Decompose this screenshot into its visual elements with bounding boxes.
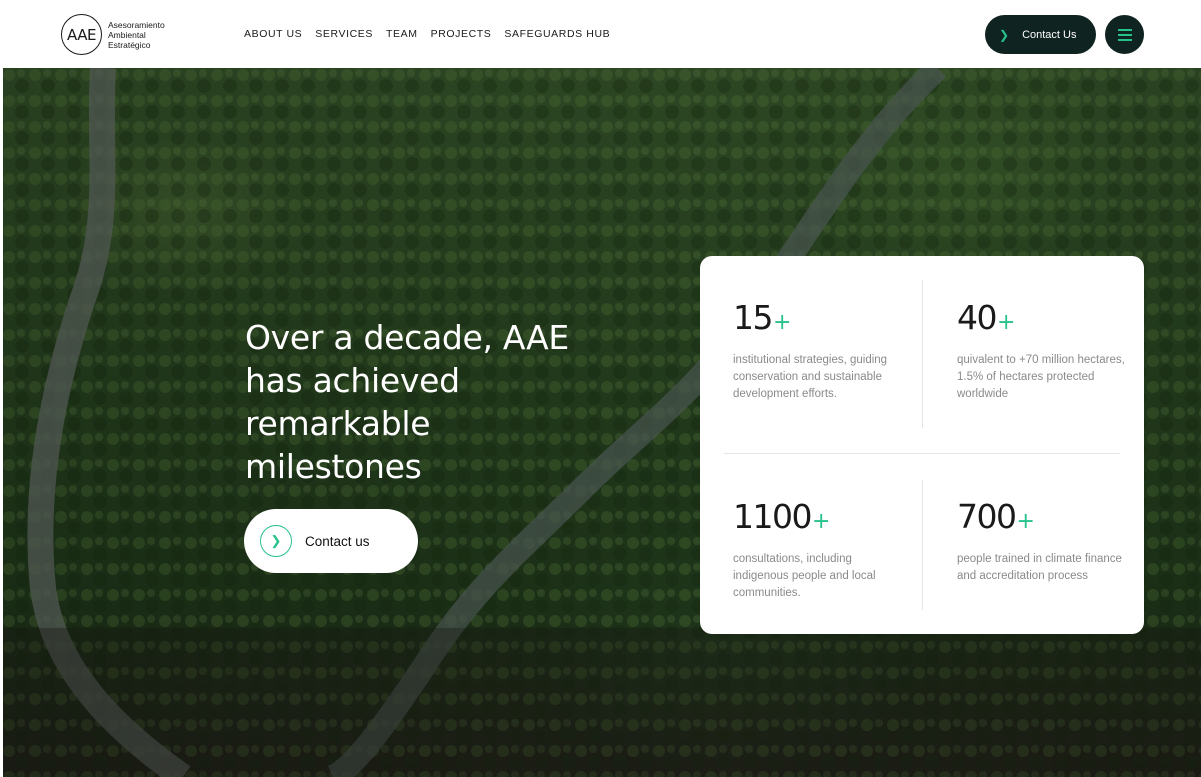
main-nav: ABOUT US SERVICES TEAM PROJECTS SAFEGUAR… <box>244 28 610 40</box>
nav-services[interactable]: SERVICES <box>315 28 373 40</box>
hero-contact-button[interactable]: ❯ Contact us <box>244 509 418 573</box>
stat-item: 40+ quivalent to +70 million hectares, 1… <box>957 299 1127 403</box>
logo-mark: AAE <box>61 14 102 55</box>
stat-item: 15+ institutional strategies, guiding co… <box>733 299 903 403</box>
hero-headline: Over a decade, AAE has achieved remarkab… <box>245 318 569 486</box>
stat-value: 1100+ <box>733 497 831 536</box>
stat-value: 700+ <box>957 497 1035 536</box>
divider <box>724 453 1120 454</box>
stat-value: 15+ <box>733 298 792 337</box>
chevron-right-icon: ❯ <box>999 27 1010 42</box>
header-contact-button[interactable]: ❯ Contact Us <box>985 15 1096 54</box>
hamburger-menu-icon <box>1117 28 1132 41</box>
chevron-right-icon: ❯ <box>260 525 292 557</box>
logo-line-2: Ambiental <box>108 29 146 40</box>
site-header: AAE Asesoramiento Ambiental Estratégico … <box>0 0 1201 68</box>
stat-value: 40+ <box>957 298 1016 337</box>
nav-safeguards-hub[interactable]: SAFEGUARDS HUB <box>504 28 610 40</box>
stat-description: institutional strategies, guiding conser… <box>733 354 888 400</box>
divider <box>922 480 923 610</box>
stat-description: people trained in climate finance and ac… <box>957 553 1122 582</box>
hero-contact-label: Contact us <box>305 533 370 549</box>
hero-section: Over a decade, AAE has achieved remarkab… <box>3 68 1201 777</box>
stat-item: 700+ people trained in climate finance a… <box>957 498 1127 585</box>
stat-description: consultations, including indigenous peop… <box>733 553 876 599</box>
logo-line-1: Asesoramiento <box>108 19 165 30</box>
stats-card: 15+ institutional strategies, guiding co… <box>700 256 1144 634</box>
nav-about-us[interactable]: ABOUT US <box>244 28 302 40</box>
logo[interactable]: AAE Asesoramiento Ambiental Estratégico <box>61 14 165 55</box>
stat-description: quivalent to +70 million hectares, 1.5% … <box>957 354 1125 400</box>
header-contact-label: Contact Us <box>1022 28 1077 41</box>
logo-text: Asesoramiento Ambiental Estratégico <box>108 20 165 50</box>
menu-button[interactable] <box>1105 15 1144 54</box>
stat-item: 1100+ consultations, including indigenou… <box>733 498 903 602</box>
nav-team[interactable]: TEAM <box>386 28 418 40</box>
nav-projects[interactable]: PROJECTS <box>431 28 492 40</box>
divider <box>922 280 923 428</box>
logo-line-3: Estratégico <box>108 39 151 50</box>
